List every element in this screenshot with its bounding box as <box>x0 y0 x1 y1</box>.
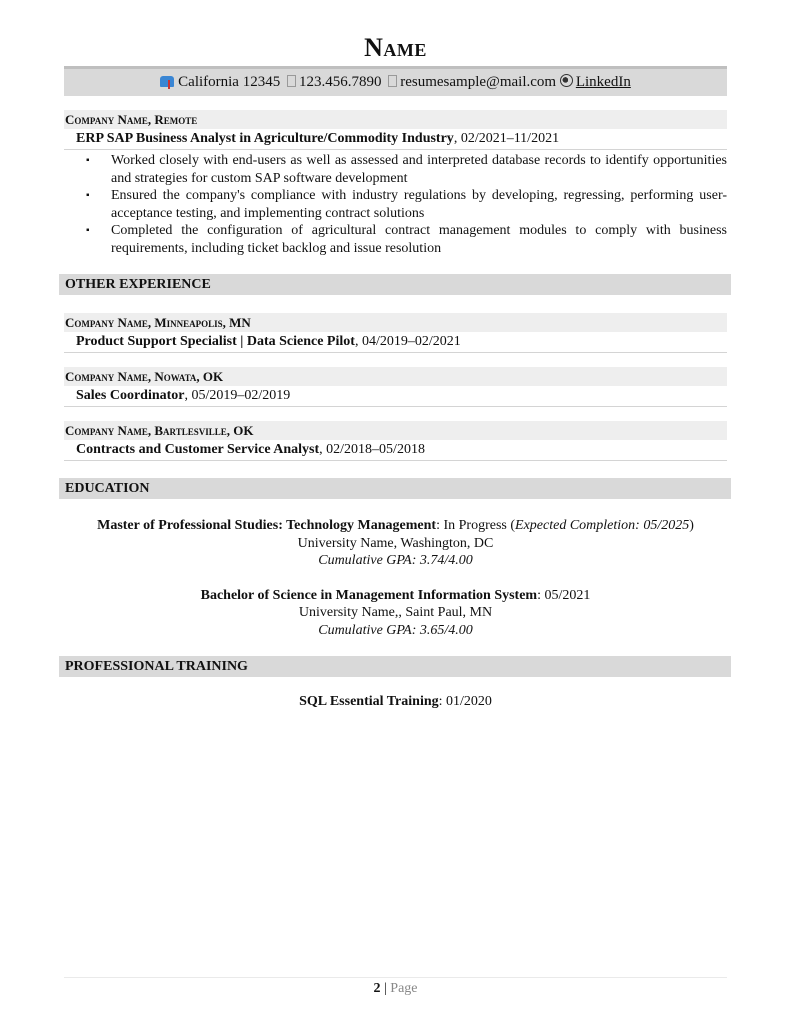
contact-email[interactable]: resumesample@mail.com <box>400 74 556 90</box>
degree-status: : In Progress ( <box>436 518 516 533</box>
email-icon <box>388 75 398 87</box>
section-heading-other-experience: OTHER EXPERIENCE <box>59 274 731 295</box>
school-name: University Name,, Saint Paul, MN <box>298 605 493 620</box>
degree-entry: Master of Professional Studies: Technolo… <box>64 517 727 570</box>
degree-close: ) <box>689 518 694 533</box>
degree-note: Expected Completion: 05/2025 <box>515 518 690 533</box>
list-item: Ensured the company's compliance with in… <box>64 187 727 222</box>
page-label: Page <box>390 981 418 996</box>
phone-icon <box>286 75 296 87</box>
linkedin-link[interactable]: LinkedIn <box>576 74 631 90</box>
job-dates: , 02/2018–05/2018 <box>319 442 425 457</box>
degree-line: Bachelor of Science in Management Inform… <box>64 587 727 605</box>
job-dates: , 02/2021–11/2021 <box>453 131 560 146</box>
training-entry: SQL Essential Training: 01/2020 <box>64 693 727 711</box>
degree-entry: Bachelor of Science in Management Inform… <box>64 587 727 640</box>
job-title: ERP SAP Business Analyst in Agriculture/… <box>76 131 454 146</box>
list-item: Worked closely with end-users as well as… <box>64 152 727 187</box>
footer-separator: | <box>380 981 391 996</box>
job-dates: , 04/2019–02/2021 <box>354 334 461 349</box>
list-item: Completed the configuration of agricultu… <box>64 222 727 257</box>
company-name: Company Name, Bartlesville, OK <box>64 421 727 440</box>
gpa-text: Cumulative GPA: 3.74/4.00 <box>318 553 473 568</box>
job-title: Sales Coordinator <box>76 388 185 403</box>
degree-title: Master of Professional Studies: Technolo… <box>97 518 437 533</box>
job-title-line: Sales Coordinator, 05/2019–02/2019 <box>64 386 727 407</box>
contact-bar: California 12345 123.456.7890 resumesamp… <box>64 66 727 96</box>
globe-icon <box>559 74 573 87</box>
responsibility-list: Worked closely with end-users as well as… <box>64 152 727 257</box>
training-title: SQL Essential Training <box>299 694 439 709</box>
school-name: University Name, Washington, DC <box>297 535 494 551</box>
page-footer: 2 | Page <box>64 977 727 997</box>
degree-status: : 05/2021 <box>537 587 591 603</box>
contact-phone: 123.456.7890 <box>298 74 382 90</box>
job-title: Product Support Specialist | Data Scienc… <box>76 334 355 349</box>
company-name: Company Name, Remote <box>64 110 727 129</box>
section-heading-professional-training: PROFESSIONAL TRAINING <box>59 656 731 677</box>
degree-title: Bachelor of Science in Management Inform… <box>200 587 538 603</box>
job-title-line: ERP SAP Business Analyst in Agriculture/… <box>64 129 727 150</box>
company-name: Company Name, Minneapolis, MN <box>64 313 727 332</box>
mailbox-icon <box>160 76 175 89</box>
job-title-line: Contracts and Customer Service Analyst, … <box>64 440 727 461</box>
job-title: Contracts and Customer Service Analyst <box>76 442 320 457</box>
job-title-line: Product Support Specialist | Data Scienc… <box>64 332 727 353</box>
job-dates: , 05/2019–02/2019 <box>184 388 291 403</box>
company-name: Company Name, Nowata, OK <box>64 367 727 386</box>
degree-line: Master of Professional Studies: Technolo… <box>64 517 727 535</box>
training-date: : 01/2020 <box>438 694 492 709</box>
gpa: Cumulative GPA: 3.65/4.00 <box>64 622 727 640</box>
resume-page: Name California 12345 123.456.7890 resum… <box>59 0 731 711</box>
section-heading-education: EDUCATION <box>59 478 731 499</box>
gpa: Cumulative GPA: 3.74/4.00 <box>64 552 727 570</box>
gpa-text: Cumulative GPA: 3.65/4.00 <box>318 622 473 638</box>
contact-location: California 12345 <box>178 74 281 90</box>
candidate-name: Name <box>364 33 427 62</box>
